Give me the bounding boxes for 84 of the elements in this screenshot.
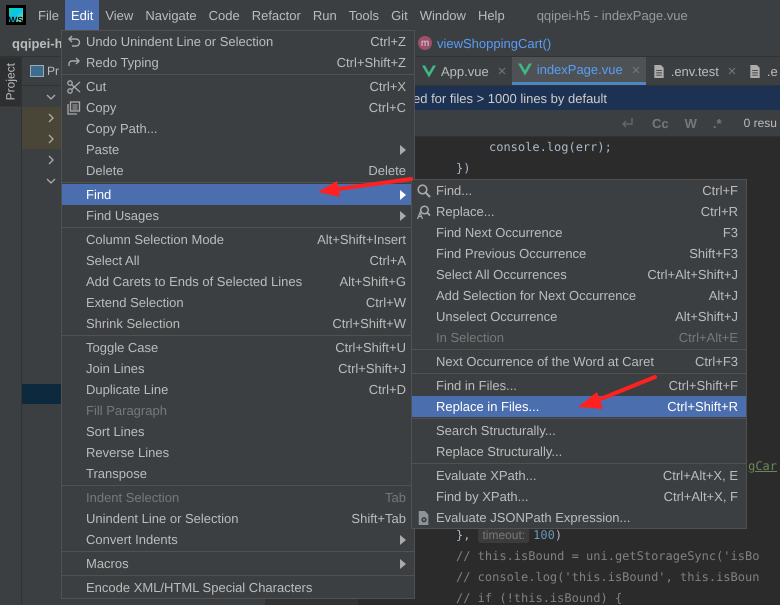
menu-item[interactable]: Add Carets to Ends of Selected Lines Alt+Shift+G (62, 271, 414, 292)
menu-bar-item[interactable]: Tools (342, 0, 386, 30)
menu-bar-item[interactable]: View (99, 0, 140, 30)
menu-item[interactable]: Shrink Selection Ctrl+Shift+W (62, 313, 414, 334)
editor-tab[interactable]: .e (742, 57, 780, 85)
menu-bar-item[interactable]: Navigate (139, 0, 203, 30)
menu-item[interactable]: Find Previous Occurrence Shift+F3 (412, 243, 746, 264)
menu-bar-item[interactable]: Code (202, 0, 246, 30)
menu-item[interactable]: Find by XPath... Ctrl+Alt+X, F (412, 486, 746, 507)
menu-item[interactable]: Encode XML/HTML Special Characters (62, 577, 414, 598)
editor-tab[interactable]: indexPage.vue (512, 57, 646, 85)
menu-item[interactable]: Select All Ctrl+A (62, 250, 414, 271)
undo-icon (67, 34, 81, 48)
menu-bar-item[interactable]: Git (385, 0, 414, 30)
menu-item[interactable]: Paste (62, 139, 414, 160)
close-icon[interactable] (728, 67, 736, 75)
code-line: // this.isBound = uni.getStorageSync('isBo (456, 548, 760, 565)
vue-file-icon (422, 64, 436, 78)
menu-item[interactable]: Find Usages (62, 205, 414, 226)
menu-item[interactable]: Extend Selection Ctrl+W (62, 292, 414, 313)
window-icon (30, 65, 44, 77)
menu-item[interactable]: Find Next Occurrence F3 (412, 222, 746, 243)
menu-item[interactable]: Unindent Line or Selection Shift+Tab (62, 508, 414, 529)
code-line: }) (456, 160, 470, 177)
menu-item[interactable]: Convert Indents (62, 529, 414, 550)
method-breadcrumb[interactable]: viewShoppingCart() (437, 36, 552, 50)
menu-item[interactable]: Duplicate Line Ctrl+D (62, 379, 414, 400)
menu-item[interactable]: Search Structurally... (412, 420, 746, 441)
chevron-right-icon[interactable] (46, 154, 56, 164)
menu-item[interactable]: Unselect Occurrence Alt+Shift+J (412, 306, 746, 327)
menu-item[interactable]: Copy Path... (62, 118, 414, 139)
window-title: qqipei-h5 - indexPage.vue (536, 8, 688, 22)
chevron-right-icon[interactable] (46, 134, 56, 144)
menu-bar-item[interactable]: Window (414, 0, 472, 30)
menu-item[interactable]: Find (62, 184, 414, 205)
menu-item[interactable]: Redo Typing Ctrl+Shift+Z (62, 52, 414, 73)
code-line: // console.log('this.isBound', this.isBoun (456, 569, 760, 586)
menu-item[interactable]: Sort Lines (62, 421, 414, 442)
menu-item[interactable]: Evaluate XPath... Ctrl+Alt+X, E (412, 465, 746, 486)
editor-tab[interactable]: App.vue (416, 57, 512, 85)
menu-item[interactable]: Next Occurrence of the Word at Caret Ctrl+F3 (412, 351, 746, 372)
menu-item[interactable]: Undo Unindent Line or Selection Ctrl+Z (62, 31, 414, 52)
chevron-down-icon[interactable] (46, 176, 56, 186)
code-line: console.log(err); (489, 139, 612, 156)
menu-bar-item[interactable]: Edit (64, 0, 100, 30)
menu-item[interactable]: Replace Structurally... (412, 441, 746, 462)
code-line: // if (!this.isBound) { (456, 590, 622, 605)
menu-item[interactable]: Join Lines Ctrl+Shift+J (62, 358, 414, 379)
document-gear-icon (417, 510, 431, 524)
menu-bar-item[interactable]: File (32, 0, 65, 30)
menu-item[interactable]: Evaluate JSONPath Expression... (412, 507, 746, 528)
menu-bar-item[interactable]: Help (472, 0, 511, 30)
chevron-right-icon[interactable] (46, 112, 56, 122)
menu-item[interactable]: Copy Ctrl+C (62, 97, 414, 118)
chevron-down-icon[interactable] (46, 92, 56, 102)
menu-item[interactable]: Transpose (62, 463, 414, 484)
panel-title[interactable]: Pr (47, 64, 59, 78)
menu-item[interactable]: Cut Ctrl+X (62, 76, 414, 97)
replace-icon (417, 204, 431, 218)
menu-item[interactable]: Select All Occurrences Ctrl+Alt+Shift+J (412, 264, 746, 285)
method-badge-icon: m (418, 36, 432, 50)
vue-file-icon (518, 63, 532, 76)
menu-item[interactable]: Toggle Case Ctrl+Shift+U (62, 337, 414, 358)
file-icon (748, 64, 762, 78)
menu-item[interactable]: Add Selection for Next Occurrence Alt+J (412, 285, 746, 306)
scissors-icon (67, 80, 81, 94)
editor-tab[interactable]: .env.test (646, 57, 742, 85)
project-tool-tab[interactable]: Project (0, 57, 21, 106)
close-icon[interactable] (498, 67, 506, 75)
menu-item[interactable]: Column Selection Mode Alt+Shift+Insert (62, 229, 414, 250)
menu-bar-item[interactable]: Refactor (246, 0, 307, 30)
code-line: gCar (748, 458, 777, 475)
menu-item[interactable]: Find in Files... Ctrl+Shift+F (412, 375, 746, 396)
search-icon (417, 184, 431, 198)
menu-item[interactable]: Delete Delete (62, 160, 414, 181)
menu-item[interactable]: Replace... Ctrl+R (412, 201, 746, 222)
file-icon (652, 64, 666, 78)
menu-item[interactable]: Reverse Lines (62, 442, 414, 463)
copy-icon (67, 100, 81, 114)
menu-item[interactable]: Macros (62, 553, 414, 574)
menu-item[interactable]: Replace in Files... Ctrl+Shift+R (412, 396, 746, 417)
menu-bar-item[interactable]: Run (306, 0, 343, 30)
menu-item[interactable]: Find... Ctrl+F (412, 180, 746, 201)
results-count: 0 resu (744, 116, 777, 130)
